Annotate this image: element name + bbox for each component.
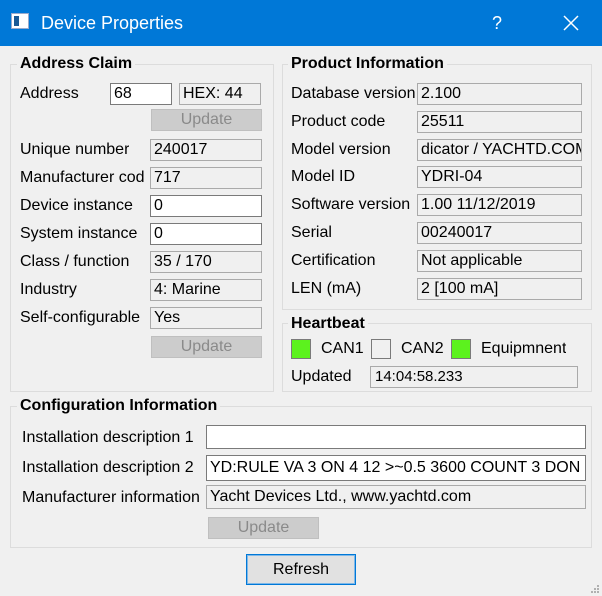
product-code-field: 25511 (417, 111, 582, 133)
title-bar: Device Properties ? (0, 0, 602, 46)
close-button[interactable] (540, 0, 602, 46)
unique-number-label: Unique number (20, 141, 130, 158)
software-version-field: 1.00 11/12/2019 (417, 194, 582, 216)
installation-description-1-label: Installation description 1 (22, 429, 194, 446)
manufacturer-code-label: Manufacturer cod (20, 169, 145, 186)
can1-indicator (291, 339, 311, 359)
system-instance-label: System instance (20, 225, 138, 242)
certification-label: Certification (291, 252, 376, 269)
configuration-update-button[interactable]: Update (208, 517, 319, 539)
installation-description-2-label: Installation description 2 (22, 459, 194, 476)
database-version-field: 2.100 (417, 83, 582, 105)
serial-label: Serial (291, 224, 332, 241)
hex-value: HEX: 44 (179, 83, 261, 105)
len-label: LEN (mA) (291, 280, 362, 297)
manufacturer-information-field: Yacht Devices Ltd., www.yachtd.com (206, 485, 586, 509)
self-configurable-label: Self-configurable (20, 309, 141, 326)
window-title: Device Properties (41, 13, 184, 33)
unique-number-field: 240017 (150, 139, 262, 161)
equipment-label: Equipmnent (481, 340, 567, 357)
database-version-label: Database version (291, 85, 416, 102)
self-configurable-field: Yes (150, 307, 262, 329)
close-icon (563, 15, 579, 31)
model-version-label: Model version (291, 141, 391, 158)
address-label: Address (20, 85, 79, 102)
address-input[interactable]: 68 (110, 83, 172, 105)
address-claim-title: Address Claim (17, 55, 136, 73)
system-instance-input[interactable]: 0 (150, 223, 262, 245)
updated-field: 14:04:58.233 (370, 366, 578, 388)
app-icon (11, 13, 29, 29)
serial-field: 00240017 (417, 222, 582, 244)
manufacturer-information-label: Manufacturer information (22, 489, 200, 506)
industry-label: Industry (20, 281, 77, 298)
updated-label: Updated (291, 368, 352, 385)
device-instance-label: Device instance (20, 197, 133, 214)
manufacturer-code-field: 717 (150, 167, 262, 189)
can1-label: CAN1 (321, 340, 364, 357)
can2-label: CAN2 (401, 340, 444, 357)
certification-field: Not applicable (417, 250, 582, 272)
can2-indicator (371, 339, 391, 359)
resize-grip-icon[interactable] (590, 584, 600, 594)
address-update-button[interactable]: Update (151, 109, 262, 131)
len-field: 2 [100 mA] (417, 278, 582, 300)
software-version-label: Software version (291, 196, 411, 213)
device-instance-input[interactable]: 0 (150, 195, 262, 217)
model-id-field: YDRI-04 (417, 166, 582, 188)
product-code-label: Product code (291, 113, 386, 130)
model-version-field: dicator / YACHTD.COM (417, 139, 582, 161)
industry-field: 4: Marine (150, 279, 262, 301)
model-id-label: Model ID (291, 168, 356, 185)
installation-description-1-input[interactable] (206, 425, 586, 449)
class-function-label: Class / function (20, 253, 130, 270)
installation-description-2-input[interactable]: YD:RULE VA 3 ON 4 12 >~0.5 3600 COUNT 3 … (206, 455, 586, 481)
equipment-indicator (451, 339, 471, 359)
product-information-title: Product Information (288, 55, 447, 73)
heartbeat-title: Heartbeat (288, 315, 368, 333)
help-button[interactable]: ? (470, 0, 524, 46)
configuration-information-title: Configuration Information (17, 397, 221, 415)
instance-update-button[interactable]: Update (151, 336, 262, 358)
refresh-button[interactable]: Refresh (246, 554, 356, 585)
class-function-field: 35 / 170 (150, 251, 262, 273)
